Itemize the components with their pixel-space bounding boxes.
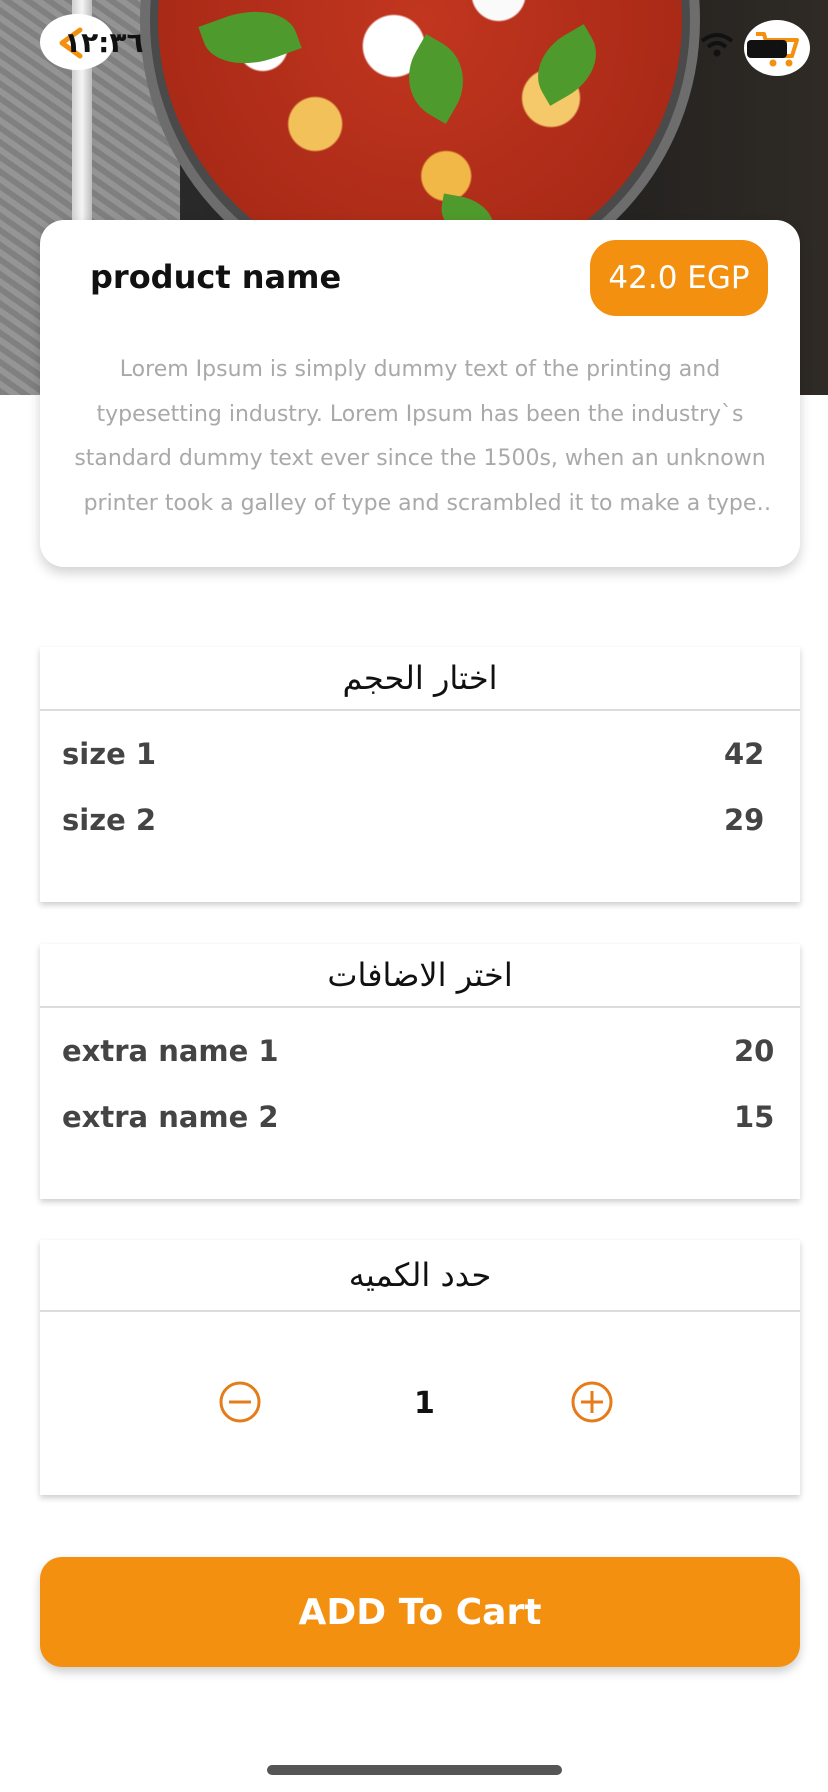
add-to-cart-button[interactable]: ADD To Cart	[40, 1557, 800, 1667]
sizes-title: اختار الحجم	[40, 647, 800, 711]
sizes-section: اختار الحجم size 1 42 size 2 29	[40, 647, 800, 902]
extra-label: extra name 1	[62, 1034, 279, 1068]
size-price: 42	[724, 737, 765, 771]
size-label: size 1	[62, 737, 157, 771]
size-option[interactable]: size 1 42	[40, 723, 800, 789]
plus-circle-icon[interactable]	[570, 1380, 614, 1424]
product-card: product name 42.0 EGP Lorem Ipsum is sim…	[40, 220, 800, 567]
product-name: product name	[90, 258, 342, 296]
battery-indicator	[747, 40, 787, 58]
extra-price: 15	[734, 1100, 775, 1134]
extras-section: اختر الاضافات extra name 1 20 extra name…	[40, 944, 800, 1199]
extra-option[interactable]: extra name 2 15	[40, 1086, 800, 1152]
home-indicator	[267, 1765, 562, 1775]
wifi-icon	[700, 33, 734, 57]
extra-price: 20	[734, 1034, 775, 1068]
quantity-section: حدد الكميه 1	[40, 1240, 800, 1495]
extra-option[interactable]: extra name 1 20	[40, 1020, 800, 1086]
extra-label: extra name 2	[62, 1100, 279, 1134]
size-label: size 2	[62, 803, 157, 837]
quantity-value: 1	[414, 1386, 435, 1421]
size-option[interactable]: size 2 29	[40, 789, 800, 855]
price-badge: 42.0 EGP	[590, 240, 768, 316]
quantity-stepper: 1	[40, 1312, 800, 1474]
extras-title: اختر الاضافات	[40, 944, 800, 1008]
product-description: Lorem Ipsum is simply dummy text of the …	[74, 357, 766, 516]
quantity-title: حدد الكميه	[40, 1240, 800, 1312]
status-time: ١٢:٣٦	[64, 26, 144, 59]
size-price: 29	[724, 803, 765, 837]
minus-circle-icon[interactable]	[218, 1380, 262, 1424]
